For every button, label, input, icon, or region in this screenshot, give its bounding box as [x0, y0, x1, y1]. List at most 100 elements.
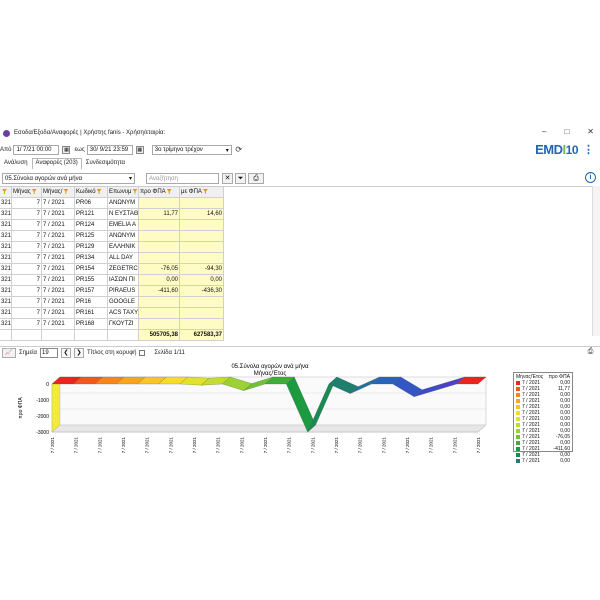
table-cell[interactable]: -436,30 [180, 286, 224, 297]
table-cell[interactable]: PR06 [75, 198, 108, 209]
close-button[interactable]: ✕ [587, 127, 594, 136]
table-cell[interactable]: 7 [12, 242, 42, 253]
table-cell[interactable]: ALL DAY [108, 253, 139, 264]
row-indicator[interactable]: 321 [0, 297, 12, 308]
table-cell[interactable]: 7 / 2021 [42, 297, 75, 308]
table-cell[interactable] [180, 308, 224, 319]
column-header[interactable]: προ ΦΠΑ [139, 187, 180, 198]
table-cell[interactable]: 7 / 2021 [42, 198, 75, 209]
next-page-button[interactable]: ❯ [73, 348, 84, 358]
row-indicator[interactable]: 321 [0, 319, 12, 330]
table-cell[interactable] [139, 319, 180, 330]
table-cell[interactable] [139, 231, 180, 242]
period-select[interactable]: 3ο τρίμηνο τρέχον ▾ [151, 145, 232, 155]
table-cell[interactable]: PR161 [75, 308, 108, 319]
points-input[interactable]: 19 [39, 348, 58, 358]
tab-analysis[interactable]: Ανάλυση [0, 158, 32, 169]
table-cell[interactable]: PR134 [75, 253, 108, 264]
prev-page-button[interactable]: ❮ [60, 348, 71, 358]
row-indicator[interactable]: 321 [0, 242, 12, 253]
print-icon[interactable]: ⎙ [248, 173, 264, 184]
table-cell[interactable] [180, 242, 224, 253]
minimize-button[interactable]: – [542, 127, 546, 136]
filter-funnel-icon[interactable] [63, 188, 69, 194]
table-cell[interactable]: GOOGLE [108, 297, 139, 308]
column-header[interactable]: Μήνας [12, 187, 42, 198]
table-cell[interactable]: ΕΛΛΗΝΙΚ [108, 242, 139, 253]
table-cell[interactable]: 7 [12, 264, 42, 275]
table-cell[interactable]: 7 / 2021 [42, 286, 75, 297]
table-cell[interactable]: PR121 [75, 209, 108, 220]
table-cell[interactable]: PIRAEUS [108, 286, 139, 297]
table-cell[interactable]: PR157 [75, 286, 108, 297]
table-cell[interactable] [139, 198, 180, 209]
row-indicator[interactable]: 321 [0, 253, 12, 264]
column-header[interactable] [0, 187, 12, 198]
table-cell[interactable]: 7 [12, 297, 42, 308]
table-cell[interactable] [180, 231, 224, 242]
calendar-icon[interactable]: ▦ [62, 146, 71, 154]
table-cell[interactable]: Ν ΕΥΣΤΑΘ [108, 209, 139, 220]
filter-funnel-icon[interactable] [132, 188, 138, 194]
row-indicator[interactable]: 321 [0, 308, 12, 319]
table-cell[interactable]: ΙΑΣΩΝ ΠΙ [108, 275, 139, 286]
filter-funnel-icon[interactable] [96, 188, 102, 194]
row-indicator[interactable]: 321 [0, 209, 12, 220]
row-indicator[interactable]: 321 [0, 198, 12, 209]
maximize-button[interactable]: □ [564, 127, 569, 136]
column-header[interactable]: Μήνας/ [42, 187, 75, 198]
filter-funnel-icon[interactable] [166, 188, 172, 194]
table-cell[interactable]: 7 / 2021 [42, 253, 75, 264]
table-cell[interactable] [180, 319, 224, 330]
filter-funnel-icon[interactable] [2, 188, 7, 194]
table-cell[interactable]: PR155 [75, 275, 108, 286]
table-cell[interactable]: PR16 [75, 297, 108, 308]
table-cell[interactable]: ΑΝΩΝΥΜ [108, 231, 139, 242]
more-menu-icon[interactable]: ⋮ [583, 143, 594, 156]
table-cell[interactable]: 7 [12, 308, 42, 319]
column-header[interactable]: με ΦΠΑ [180, 187, 224, 198]
table-cell[interactable]: PR154 [75, 264, 108, 275]
table-cell[interactable]: -76,05 [139, 264, 180, 275]
row-indicator[interactable]: 321 [0, 264, 12, 275]
vertical-scrollbar[interactable] [592, 186, 600, 336]
table-cell[interactable]: 7 / 2021 [42, 231, 75, 242]
table-cell[interactable]: EMELIA A [108, 220, 139, 231]
table-cell[interactable]: 7 / 2021 [42, 242, 75, 253]
table-cell[interactable] [139, 242, 180, 253]
filter-icon[interactable]: ⏷ [235, 173, 246, 184]
chart-type-icon[interactable]: 📈 [2, 348, 16, 358]
table-cell[interactable] [139, 297, 180, 308]
table-cell[interactable]: PR129 [75, 242, 108, 253]
row-indicator[interactable]: 321 [0, 275, 12, 286]
table-cell[interactable]: 7 / 2021 [42, 275, 75, 286]
filter-funnel-icon[interactable] [202, 188, 208, 194]
table-cell[interactable]: PR125 [75, 231, 108, 242]
table-cell[interactable]: 7 [12, 231, 42, 242]
table-cell[interactable]: 0,00 [139, 275, 180, 286]
column-header[interactable]: Κωδικό [75, 187, 108, 198]
search-input[interactable]: Αναζήτηση [146, 173, 219, 184]
table-cell[interactable]: ΑΝΩΝΥΜ [108, 198, 139, 209]
table-cell[interactable]: 7 [12, 275, 42, 286]
table-cell[interactable] [180, 220, 224, 231]
table-cell[interactable]: ACS TAXY [108, 308, 139, 319]
title-top-checkbox[interactable] [139, 350, 146, 356]
table-cell[interactable] [139, 253, 180, 264]
table-cell[interactable] [139, 308, 180, 319]
row-indicator[interactable]: 321 [0, 220, 12, 231]
table-cell[interactable] [139, 220, 180, 231]
table-cell[interactable] [180, 253, 224, 264]
table-cell[interactable]: 7 [12, 319, 42, 330]
report-select[interactable]: 05.Σύνολα αγορών ανά μήνα ▾ [2, 173, 135, 184]
table-cell[interactable]: 7 / 2021 [42, 308, 75, 319]
refresh-icon[interactable]: ⟳ [234, 145, 244, 155]
table-cell[interactable]: 7 [12, 220, 42, 231]
tab-connectivity[interactable]: Συνδεσιμότητα [82, 158, 129, 169]
table-cell[interactable]: 7 / 2021 [42, 264, 75, 275]
filter-funnel-icon[interactable] [31, 188, 37, 194]
row-indicator[interactable]: 321 [0, 231, 12, 242]
table-cell[interactable]: -411,60 [139, 286, 180, 297]
table-cell[interactable]: -94,30 [180, 264, 224, 275]
table-cell[interactable]: ZEGETRC [108, 264, 139, 275]
